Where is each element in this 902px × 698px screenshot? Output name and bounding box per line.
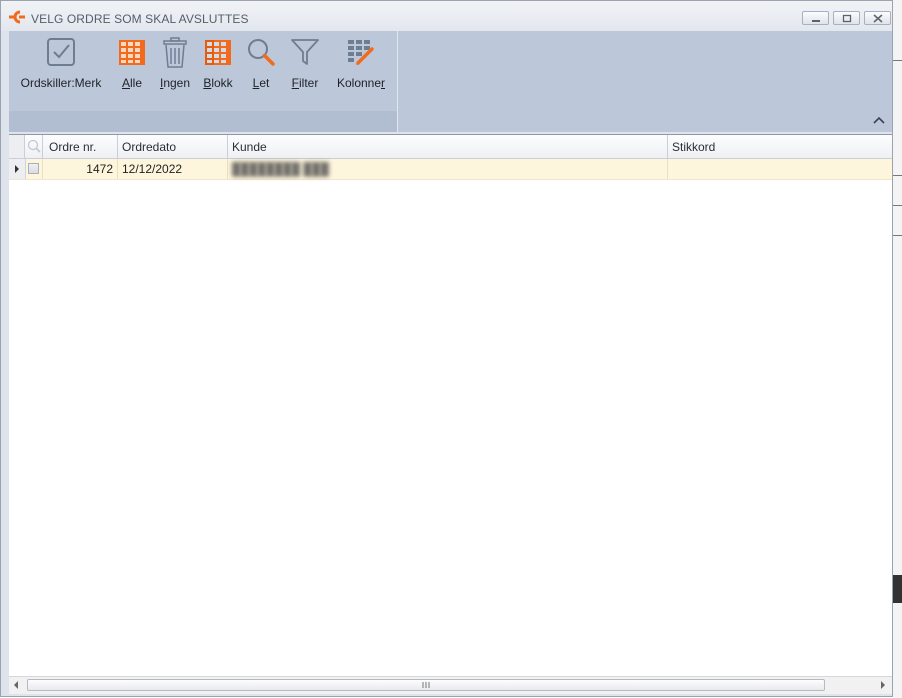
- restore-button[interactable]: [833, 11, 860, 25]
- grid-orange-icon: [119, 40, 145, 65]
- app-logo-icon: [9, 10, 25, 24]
- kolonner-label: Kolonne: [336, 76, 382, 90]
- filter-label: ilter: [299, 76, 319, 90]
- blokk-button[interactable]: Blokk: [199, 35, 237, 95]
- scroll-thumb[interactable]: [27, 679, 825, 691]
- header-indicator-cell: [9, 135, 25, 158]
- search-icon: [248, 39, 275, 66]
- search-icon: [27, 139, 41, 153]
- grip-icon: [422, 682, 430, 688]
- grid-header: Ordre nr. Ordredato Kunde Stikkord: [9, 135, 892, 159]
- filter-icon: [291, 39, 319, 65]
- minimize-icon: [812, 20, 820, 22]
- filter-label-accel: F: [291, 76, 299, 90]
- kolonner-label-accel: r: [381, 76, 386, 90]
- scroll-left-icon[interactable]: [14, 681, 18, 689]
- cell-stikkord: [668, 159, 892, 179]
- row-select-cell[interactable]: [25, 159, 43, 179]
- restore-icon: [842, 14, 852, 23]
- column-header-stikkord[interactable]: Stikkord: [668, 135, 892, 158]
- filter-button[interactable]: Filter: [285, 35, 325, 95]
- horizontal-scrollbar[interactable]: [9, 676, 892, 694]
- table-row[interactable]: 1472 12/12/2022 ████████ ███: [9, 159, 892, 180]
- row-pointer-icon: [15, 165, 19, 173]
- close-button[interactable]: [864, 11, 891, 25]
- kolonner-button[interactable]: Kolonner: [331, 35, 391, 95]
- close-icon: [873, 14, 883, 23]
- background-window-edge: [893, 0, 902, 698]
- ribbon-group-footer: [9, 111, 397, 132]
- blokk-label: lokk: [211, 76, 233, 90]
- scroll-right-icon[interactable]: [881, 681, 885, 689]
- row-indicator: [9, 159, 26, 179]
- minimize-button[interactable]: [802, 11, 829, 25]
- checkbox-check-icon: [47, 38, 75, 66]
- alle-label-accel: A: [121, 76, 130, 90]
- trash-icon: [163, 37, 187, 68]
- window-title: VELG ORDRE SOM SKAL AVSLUTTES: [31, 12, 249, 26]
- grid-block-icon: [205, 40, 231, 65]
- cell-ordredato: 12/12/2022: [118, 159, 228, 179]
- title-bar: VELG ORDRE SOM SKAL AVSLUTTES: [1, 1, 892, 31]
- ribbon-group-selection: Ordskiller:Merk Alle Ingen Blokk Let Fil…: [9, 31, 398, 132]
- column-header-kunde[interactable]: Kunde: [228, 135, 668, 158]
- column-header-ordredato[interactable]: Ordredato: [118, 135, 228, 158]
- dialog-window: VELG ORDRE SOM SKAL AVSLUTTES Ordskiller…: [0, 0, 893, 697]
- orders-grid: Ordre nr. Ordredato Kunde Stikkord 1472 …: [9, 134, 892, 677]
- column-header-ordre-nr[interactable]: Ordre nr.: [43, 135, 118, 158]
- ingen-button[interactable]: Ingen: [157, 35, 193, 95]
- row-checkbox[interactable]: [28, 163, 39, 174]
- ribbon-toolbar: Ordskiller:Merk Alle Ingen Blokk Let Fil…: [9, 31, 892, 132]
- cell-kunde: ████████ ███: [228, 159, 668, 179]
- cell-ordre-nr: 1472: [43, 159, 118, 179]
- ordskiller-merk-label: Ordskiller:Merk: [20, 76, 102, 90]
- ordskiller-merk-button[interactable]: Ordskiller:Merk: [13, 35, 109, 95]
- cell-kunde-redacted: ████████ ███: [232, 162, 329, 176]
- let-button[interactable]: Let: [245, 35, 277, 95]
- columns-edit-icon: [348, 40, 374, 65]
- chevron-up-icon[interactable]: [871, 113, 887, 127]
- header-search-cell[interactable]: [25, 135, 43, 158]
- let-label: et: [259, 76, 270, 90]
- ingen-label: ngen: [163, 76, 191, 90]
- alle-button[interactable]: Alle: [115, 35, 149, 95]
- alle-label: lle: [130, 76, 143, 90]
